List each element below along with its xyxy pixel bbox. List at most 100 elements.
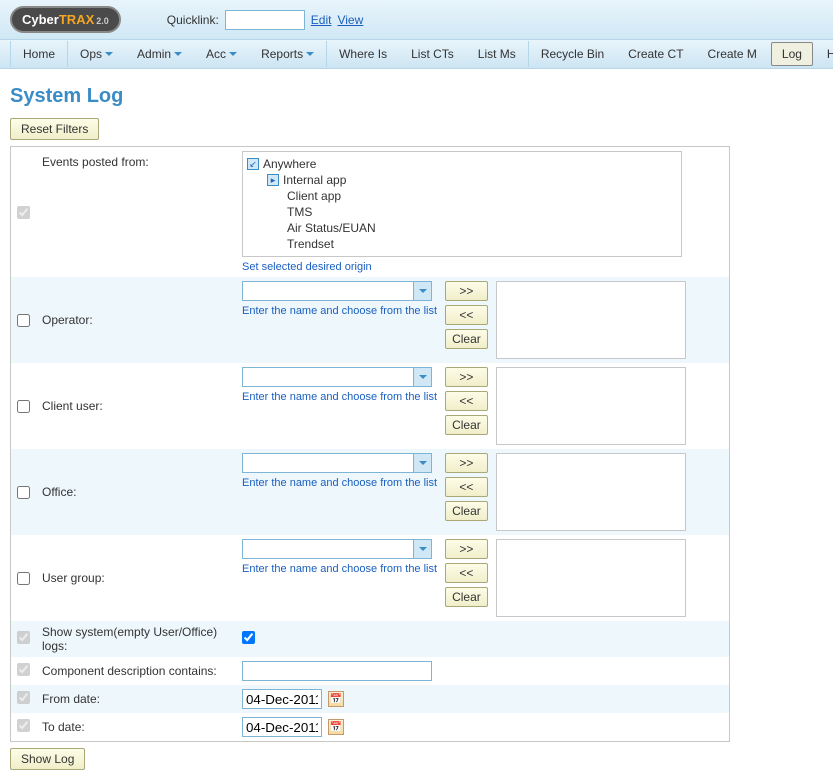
client-user-selected-list[interactable]: [496, 367, 686, 445]
office-combo[interactable]: [242, 453, 432, 473]
chevron-down-icon[interactable]: [413, 282, 431, 300]
client-user-combo[interactable]: [242, 367, 432, 387]
row-office: Office: Enter the name and choose from t…: [11, 449, 730, 535]
operator-hint: Enter the name and choose from the list: [242, 305, 437, 317]
user-group-add-button[interactable]: >>: [445, 539, 488, 559]
chevron-down-icon: [174, 52, 182, 56]
from-date-label: From date:: [36, 685, 236, 713]
show-log-button[interactable]: Show Log: [10, 748, 85, 770]
origin-tree: ↙Anywhere ▸Internal app Client app TMS A…: [242, 151, 682, 257]
tree-item-air-status[interactable]: Air Status/EUAN: [287, 220, 677, 236]
from-date-row-checkbox: [17, 691, 30, 704]
tree-item-internal-app[interactable]: ▸Internal app: [267, 172, 677, 188]
user-group-picker: Enter the name and choose from the list …: [242, 539, 723, 617]
tree-item-anywhere[interactable]: ↙Anywhere: [247, 156, 677, 172]
logo-text-main: Cyber: [22, 12, 59, 27]
user-group-label: User group:: [36, 535, 236, 621]
operator-add-button[interactable]: >>: [445, 281, 488, 301]
nav-reports[interactable]: Reports: [249, 41, 327, 67]
tree-item-tms[interactable]: TMS: [287, 204, 677, 220]
user-group-combo[interactable]: [242, 539, 432, 559]
nav-whereis[interactable]: Where Is: [327, 41, 399, 67]
quicklink-input[interactable]: [225, 10, 305, 30]
operator-selected-list[interactable]: [496, 281, 686, 359]
nav-help[interactable]: Help: [815, 41, 833, 67]
chevron-down-icon: [105, 52, 113, 56]
filter-table: Events posted from: ↙Anywhere ▸Internal …: [10, 146, 730, 742]
events-from-label: Events posted from:: [36, 147, 236, 278]
client-user-hint: Enter the name and choose from the list: [242, 391, 437, 403]
tree-item-client-app[interactable]: Client app: [287, 188, 677, 204]
chevron-down-icon[interactable]: [413, 540, 431, 558]
view-link[interactable]: View: [337, 13, 363, 27]
operator-combo[interactable]: [242, 281, 432, 301]
app-logo: CyberTRAX2.0: [10, 6, 121, 33]
tree-item-trendset[interactable]: Trendset: [287, 236, 677, 252]
nav-home[interactable]: Home: [10, 41, 68, 67]
operator-clear-button[interactable]: Clear: [445, 329, 488, 349]
row-operator: Operator: Enter the name and choose from…: [11, 277, 730, 363]
nav-acc-label: Acc: [206, 47, 226, 61]
office-add-button[interactable]: >>: [445, 453, 488, 473]
user-group-remove-button[interactable]: <<: [445, 563, 488, 583]
office-selected-list[interactable]: [496, 453, 686, 531]
office-remove-button[interactable]: <<: [445, 477, 488, 497]
nav-acc[interactable]: Acc: [194, 41, 249, 67]
user-group-hint: Enter the name and choose from the list: [242, 563, 437, 575]
row-component-desc: Component description contains:: [11, 657, 730, 685]
nav-listms[interactable]: List Ms: [466, 41, 529, 67]
calendar-icon[interactable]: 📅: [328, 691, 344, 707]
header-bar: CyberTRAX2.0 Quicklink: Edit View: [0, 0, 833, 39]
nav-listms-label: List Ms: [478, 47, 516, 61]
component-desc-label: Component description contains:: [36, 657, 236, 685]
nav-recycle-label: Recycle Bin: [541, 47, 604, 61]
to-date-input[interactable]: [242, 717, 322, 737]
nav-ops[interactable]: Ops: [68, 41, 125, 67]
nav-createct[interactable]: Create CT: [616, 41, 695, 67]
row-events-posted-from: Events posted from: ↙Anywhere ▸Internal …: [11, 147, 730, 278]
to-date-label: To date:: [36, 713, 236, 742]
to-date-row-checkbox: [17, 719, 30, 732]
office-picker: Enter the name and choose from the list …: [242, 453, 723, 531]
user-group-selected-list[interactable]: [496, 539, 686, 617]
show-system-value-checkbox[interactable]: [242, 631, 255, 644]
nav-listcts-label: List CTs: [411, 47, 454, 61]
operator-checkbox[interactable]: [17, 314, 30, 327]
office-clear-button[interactable]: Clear: [445, 501, 488, 521]
chevron-down-icon[interactable]: [413, 454, 431, 472]
calendar-icon[interactable]: 📅: [328, 719, 344, 735]
logo-text-version: 2.0: [96, 16, 109, 26]
component-desc-input[interactable]: [242, 661, 432, 681]
nav-createm[interactable]: Create M: [696, 41, 769, 67]
main-nav: Home Ops Admin Acc Reports Where Is List…: [0, 39, 833, 69]
nav-createm-label: Create M: [708, 47, 757, 61]
user-group-checkbox[interactable]: [17, 572, 30, 585]
quicklink-section: Quicklink: Edit View: [167, 10, 364, 30]
client-user-clear-button[interactable]: Clear: [445, 415, 488, 435]
chevron-down-icon[interactable]: [413, 368, 431, 386]
tree-item-label: Air Status/EUAN: [287, 221, 376, 235]
client-user-checkbox[interactable]: [17, 400, 30, 413]
office-checkbox[interactable]: [17, 486, 30, 499]
client-user-remove-button[interactable]: <<: [445, 391, 488, 411]
nav-log[interactable]: Log: [771, 42, 813, 66]
nav-recycle[interactable]: Recycle Bin: [529, 41, 616, 67]
user-group-clear-button[interactable]: Clear: [445, 587, 488, 607]
events-from-checkbox: [17, 206, 30, 219]
chevron-down-icon: [306, 52, 314, 56]
nav-log-label: Log: [782, 47, 802, 61]
nav-admin[interactable]: Admin: [125, 41, 194, 67]
edit-link[interactable]: Edit: [311, 13, 332, 27]
nav-listcts[interactable]: List CTs: [399, 41, 466, 67]
from-date-input[interactable]: [242, 689, 322, 709]
show-system-row-checkbox: [17, 631, 30, 644]
tree-item-label: Trendset: [287, 237, 334, 251]
component-desc-row-checkbox: [17, 663, 30, 676]
chevron-down-icon: [229, 52, 237, 56]
operator-remove-button[interactable]: <<: [445, 305, 488, 325]
office-hint: Enter the name and choose from the list: [242, 477, 437, 489]
client-user-add-button[interactable]: >>: [445, 367, 488, 387]
reset-filters-button[interactable]: Reset Filters: [10, 118, 99, 140]
operator-label: Operator:: [36, 277, 236, 363]
nav-admin-label: Admin: [137, 47, 171, 61]
